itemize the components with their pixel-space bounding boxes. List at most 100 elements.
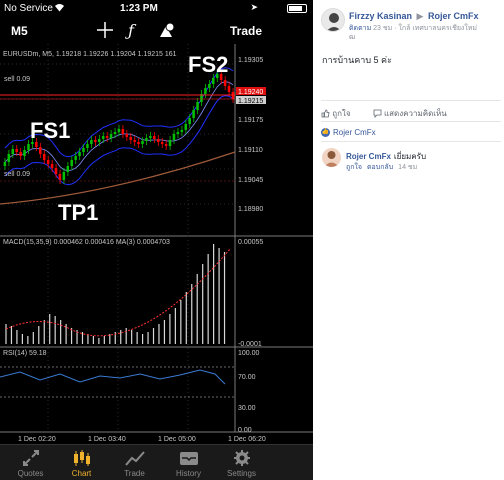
candle-body xyxy=(129,137,132,140)
location-icon: ➤ xyxy=(250,2,258,12)
time-tick: 1 Dec 02:20 xyxy=(18,436,56,443)
candle-body xyxy=(133,140,136,142)
comment-label: แสดงความคิดเห็น xyxy=(383,109,447,118)
post-meta: ติดตาม 23 ชม · ใกล้ เทศบาลนครเชียงใหม่ ฒ xyxy=(349,24,499,42)
chart-toolbar: M5 ƒ Trade xyxy=(0,18,313,46)
candle-body xyxy=(109,134,113,138)
price-tick: 1.19215 xyxy=(238,98,263,105)
candle-body xyxy=(90,140,93,144)
candle-body xyxy=(156,139,160,142)
tab-chart[interactable]: Chart xyxy=(54,445,109,480)
post-actions: ถูกใจ แสดงความคิดเห็น xyxy=(321,107,467,120)
quotes-icon xyxy=(22,450,39,466)
avatar[interactable] xyxy=(321,8,345,32)
reaction-name: Rojer CmFx xyxy=(333,128,376,137)
follow-link[interactable]: ติดตาม xyxy=(349,25,371,32)
comment-reply-link[interactable]: ตอบกลับ xyxy=(367,164,393,171)
comment-avatar[interactable] xyxy=(322,148,341,167)
tab-label: Settings xyxy=(227,469,256,478)
comment-meta: ถูกใจ ตอบกลับ 14 ชม xyxy=(346,162,417,173)
price-tick: 1.19305 xyxy=(238,57,263,64)
annotation-fs2: FS2 xyxy=(188,52,228,77)
objects-icon[interactable] xyxy=(158,21,176,44)
price-tick: 1.18980 xyxy=(238,206,263,213)
comment-text: เยี่ยมครับ xyxy=(393,152,427,161)
like-label: ถูกใจ xyxy=(332,109,351,118)
price-tick: 1.19045 xyxy=(238,177,263,184)
candle-body xyxy=(23,150,26,156)
comment-time: 14 ชม xyxy=(398,164,418,171)
candle-body xyxy=(196,102,199,110)
candle-body xyxy=(188,118,191,124)
chart-canvas[interactable]: EURUSDm, M5, 1.19218 1.19226 1.19204 1.1… xyxy=(0,44,313,444)
target-name[interactable]: Rojer CmFx xyxy=(428,11,479,21)
candle-body xyxy=(82,148,85,152)
candle-body xyxy=(141,141,144,144)
facebook-post: Firzzy Kasinan ▶ Rojer CmFx ติดตาม 23 ชม… xyxy=(313,0,504,480)
tab-settings[interactable]: Settings xyxy=(214,445,269,480)
wifi-icon xyxy=(54,3,65,15)
time-tick: 1 Dec 05:00 xyxy=(158,436,196,443)
like-reaction-icon: 👍 xyxy=(321,128,330,138)
candle-body xyxy=(121,129,125,134)
candle-body xyxy=(86,144,89,148)
candle-body xyxy=(66,166,70,172)
candle-body xyxy=(54,168,58,174)
trade-button[interactable]: Trade xyxy=(230,24,262,38)
candle-body xyxy=(125,134,129,137)
sell-label-top: sell 0.09 xyxy=(4,76,30,83)
comment-button[interactable]: แสดงความคิดเห็น xyxy=(373,109,457,119)
candle-body xyxy=(19,152,22,156)
rsi-tick: 70.00 xyxy=(238,374,256,381)
time-tick: 1 Dec 06:20 xyxy=(228,436,266,443)
rsi-label: RSI(14) 59.18 xyxy=(3,350,47,357)
tab-trade[interactable]: Trade xyxy=(107,445,162,480)
price-tick: 1.19175 xyxy=(238,117,263,124)
candle-body xyxy=(113,132,117,134)
candle-body xyxy=(180,130,184,132)
annotation-fs1: FS1 xyxy=(30,118,70,143)
arrow-icon: ▶ xyxy=(416,11,424,21)
settings-icon xyxy=(233,450,250,466)
candle-body xyxy=(212,78,215,84)
candle-body xyxy=(137,142,140,144)
candle-body xyxy=(101,136,105,139)
phone-screen: No Service 1:23 PM ➤ M5 ƒ Trade EURUSDm,… xyxy=(0,0,313,480)
price-chart[interactable]: EURUSDm, M5, 1.19218 1.19226 1.19204 1.1… xyxy=(0,44,313,444)
candle-body xyxy=(62,172,66,180)
candle-body xyxy=(168,140,172,146)
tab-quotes[interactable]: Quotes xyxy=(3,445,58,480)
candle-body xyxy=(46,160,50,164)
timeframe-button[interactable]: M5 xyxy=(11,24,28,38)
bottom-tab-bar: Quotes Chart Trade History Settings xyxy=(0,444,313,480)
rsi-tick: 0.00 xyxy=(238,427,252,434)
comment-like-link[interactable]: ถูกใจ xyxy=(346,164,362,171)
comment-author[interactable]: Rojer CmFx xyxy=(346,152,391,161)
thumbs-up-icon xyxy=(321,109,330,118)
candle-body xyxy=(227,86,231,92)
battery-icon xyxy=(287,4,307,13)
sell-label-bottom: sell 0.09 xyxy=(4,171,30,178)
rsi-tick: 100.00 xyxy=(238,350,260,357)
like-button[interactable]: ถูกใจ xyxy=(321,109,363,118)
comment-icon xyxy=(373,109,382,119)
trade-icon xyxy=(124,451,145,466)
divider xyxy=(321,141,501,142)
candle-body xyxy=(11,149,14,154)
candle-body xyxy=(160,142,164,144)
candle-body xyxy=(58,174,62,180)
crosshair-icon[interactable] xyxy=(96,21,114,44)
history-icon xyxy=(179,452,198,465)
post-time-location: 23 ชม · ใกล้ เทศบาลนครเชียงใหม่ xyxy=(373,25,477,32)
chart-info: EURUSDm, M5, 1.19218 1.19226 1.19204 1.1… xyxy=(3,51,177,58)
macd-tick: 0.00055 xyxy=(238,239,263,246)
candle-body xyxy=(164,144,168,146)
candle-body xyxy=(149,136,152,138)
author-name[interactable]: Firzzy Kasinan xyxy=(349,11,412,21)
function-icon[interactable]: ƒ xyxy=(128,21,134,40)
reaction-summary[interactable]: 👍 Rojer CmFx xyxy=(321,128,376,138)
price-tick: 1.19110 xyxy=(238,147,263,154)
tab-history[interactable]: History xyxy=(161,445,216,480)
tab-label: History xyxy=(176,469,201,478)
candle-body xyxy=(74,156,77,160)
